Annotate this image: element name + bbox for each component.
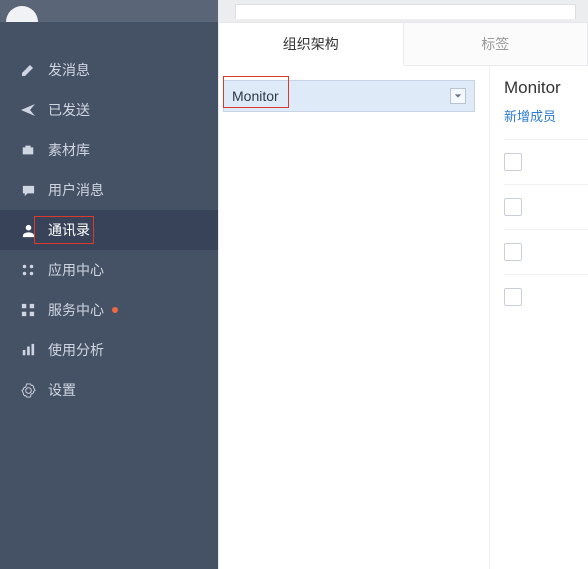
apps-icon	[20, 262, 36, 278]
sidebar-header	[0, 0, 218, 22]
sidebar-nav: 发消息 已发送 素材库 用户消息	[0, 22, 218, 410]
content: Monitor Monitor 新增成员	[219, 66, 588, 569]
top-bar	[219, 0, 588, 23]
dropdown-selected-label: Monitor	[232, 88, 450, 104]
detail-column: Monitor 新增成员	[490, 66, 588, 569]
sidebar-item-label: 服务中心	[48, 300, 104, 320]
send-icon	[20, 102, 36, 118]
sidebar-item-label: 通讯录	[48, 220, 90, 240]
app-root: 发消息 已发送 素材库 用户消息	[0, 0, 588, 569]
sidebar-item-label: 设置	[48, 380, 76, 400]
sidebar-item-label: 已发送	[48, 100, 90, 120]
main-area: 组织架构 标签 Monitor Monitor	[218, 0, 588, 569]
sidebar: 发消息 已发送 素材库 用户消息	[0, 0, 218, 569]
sidebar-item-compose[interactable]: 发消息	[0, 50, 218, 90]
notification-dot	[112, 307, 118, 313]
briefcase-icon	[20, 142, 36, 158]
tabs: 组织架构 标签	[219, 23, 588, 66]
sidebar-item-user-msgs[interactable]: 用户消息	[0, 170, 218, 210]
chevron-down-icon[interactable]	[450, 88, 466, 104]
org-column: Monitor	[219, 66, 490, 569]
person-icon	[20, 222, 36, 238]
sidebar-item-label: 应用中心	[48, 260, 104, 280]
member-row[interactable]	[504, 184, 588, 229]
sidebar-item-analytics[interactable]: 使用分析	[0, 330, 218, 370]
member-row[interactable]	[504, 229, 588, 274]
sidebar-item-label: 用户消息	[48, 180, 104, 200]
sidebar-item-contacts[interactable]: 通讯录	[0, 210, 218, 250]
checkbox[interactable]	[504, 153, 522, 171]
checkbox[interactable]	[504, 243, 522, 261]
sidebar-item-assets[interactable]: 素材库	[0, 130, 218, 170]
checkbox[interactable]	[504, 288, 522, 306]
avatar	[6, 6, 38, 22]
bar-chart-icon	[20, 342, 36, 358]
member-row[interactable]	[504, 274, 588, 319]
tab-label: 组织架构	[283, 34, 339, 54]
pencil-icon	[20, 62, 36, 78]
tab-tags[interactable]: 标签	[404, 23, 588, 65]
dropdown-box[interactable]: Monitor	[223, 80, 475, 112]
chat-icon	[20, 182, 36, 198]
sidebar-item-settings[interactable]: 设置	[0, 370, 218, 410]
sidebar-item-sent[interactable]: 已发送	[0, 90, 218, 130]
add-member-link[interactable]: 新增成员	[504, 106, 588, 125]
sidebar-item-label: 使用分析	[48, 340, 104, 360]
sidebar-item-services[interactable]: 服务中心	[0, 290, 218, 330]
gear-icon	[20, 382, 36, 398]
tab-org-structure[interactable]: 组织架构	[219, 23, 404, 66]
org-dropdown[interactable]: Monitor	[223, 80, 475, 112]
member-row[interactable]	[504, 139, 588, 184]
checkbox[interactable]	[504, 198, 522, 216]
tab-label: 标签	[481, 34, 509, 54]
sidebar-item-label: 素材库	[48, 140, 90, 160]
sidebar-item-apps[interactable]: 应用中心	[0, 250, 218, 290]
detail-title: Monitor	[504, 78, 588, 98]
grid-icon	[20, 302, 36, 318]
sidebar-item-label: 发消息	[48, 60, 90, 80]
search-input[interactable]	[235, 4, 576, 19]
